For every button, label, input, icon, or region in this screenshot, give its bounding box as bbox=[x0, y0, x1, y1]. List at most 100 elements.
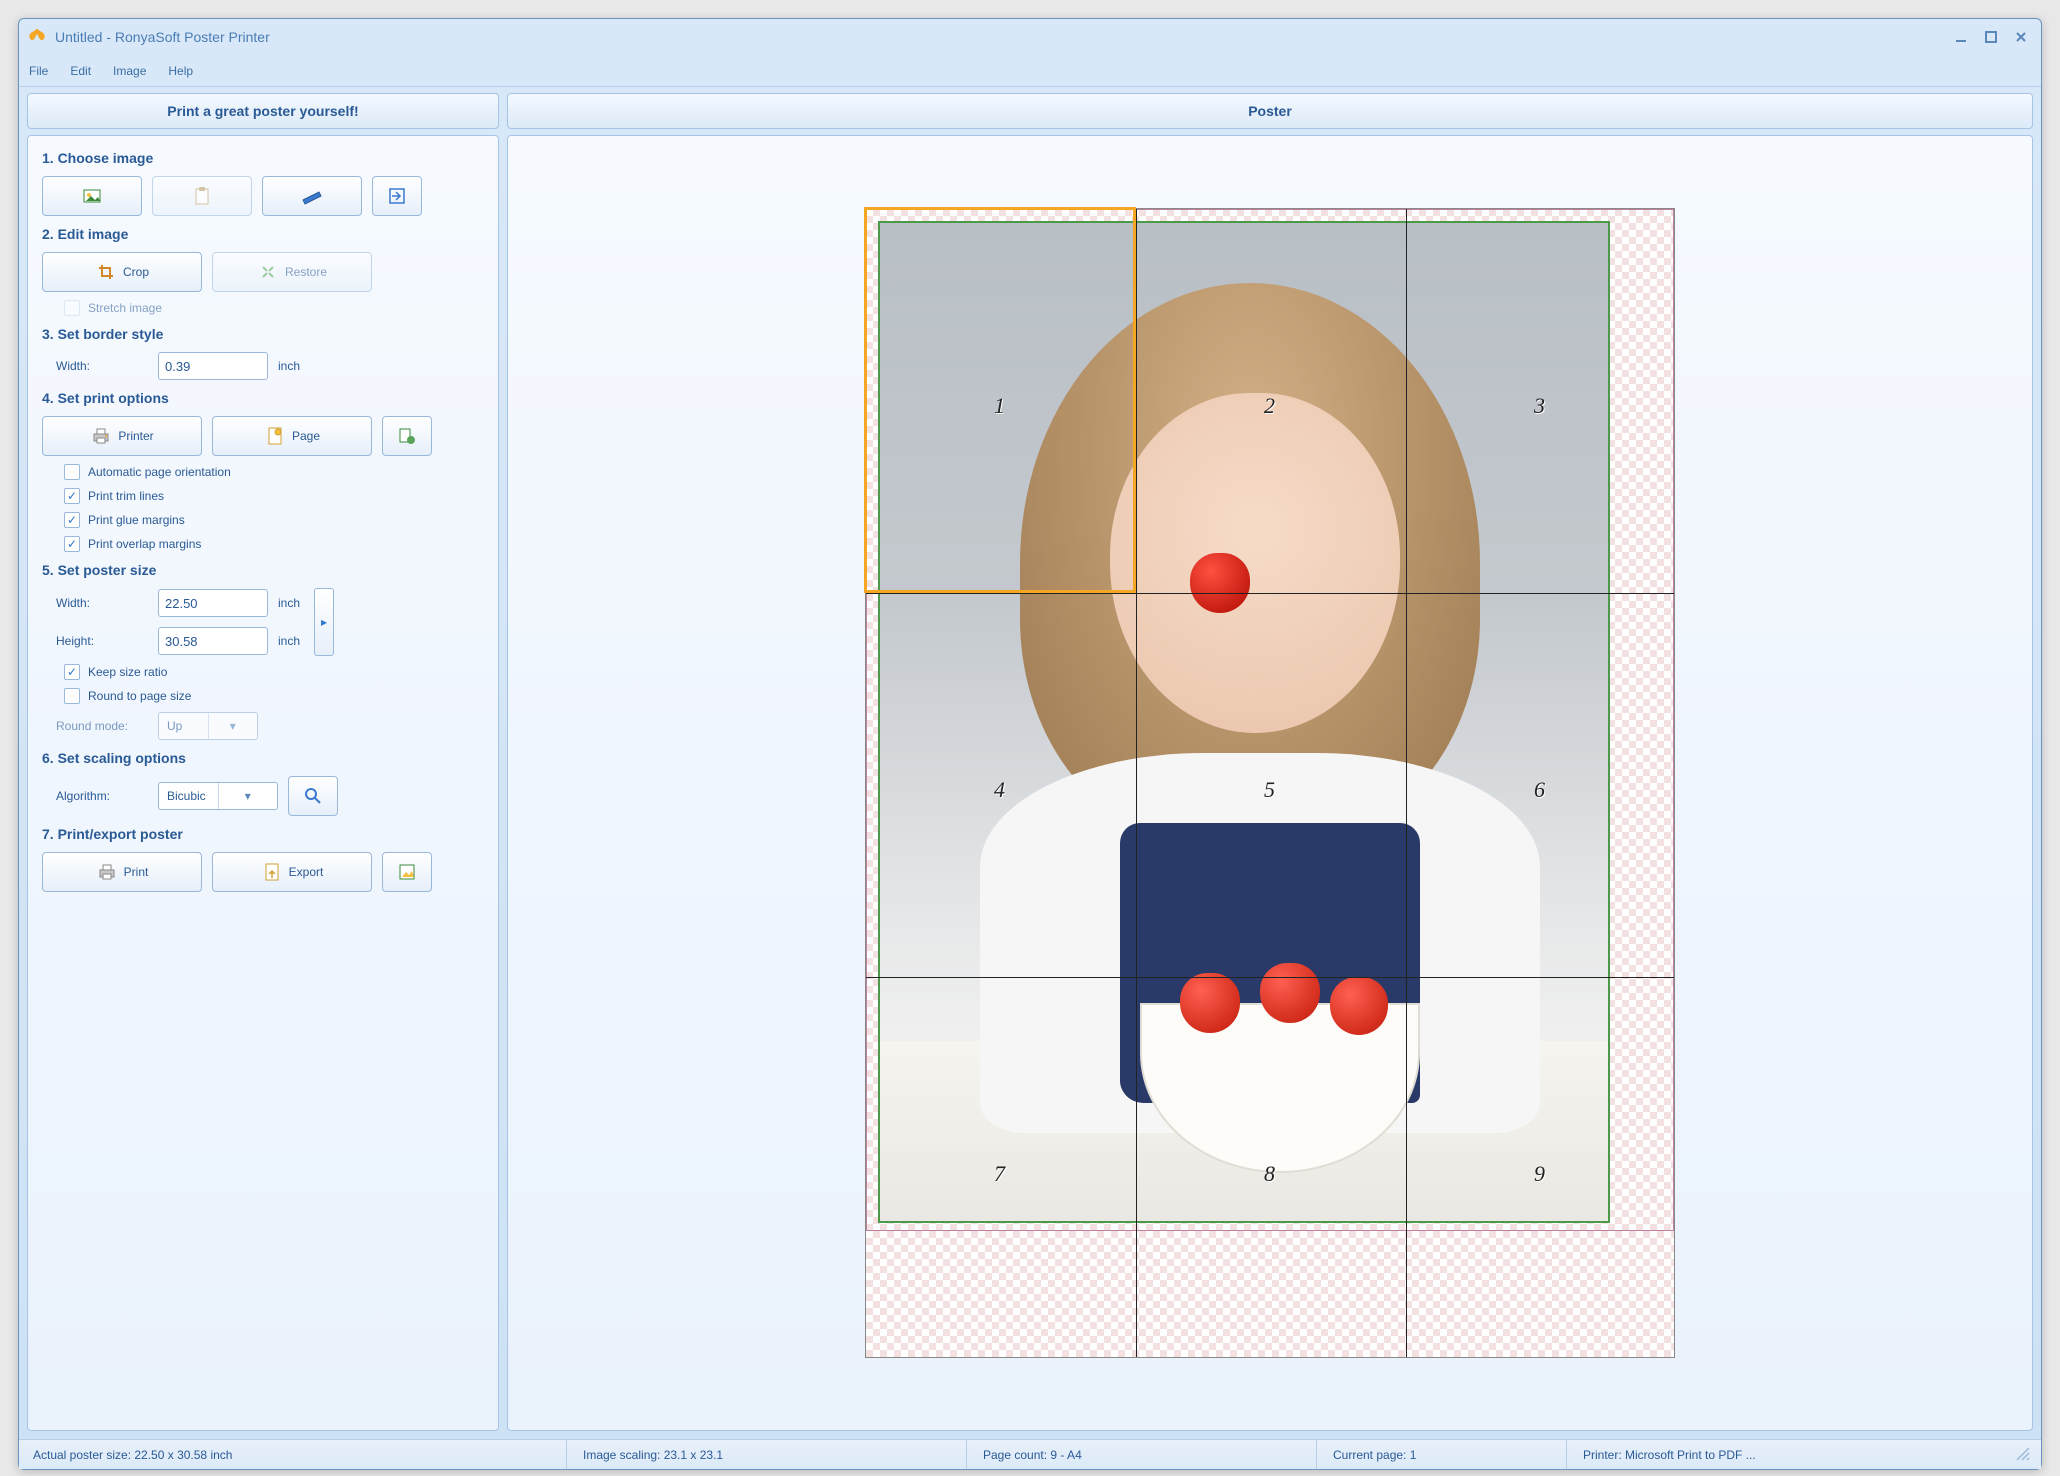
magnifier-icon bbox=[302, 785, 324, 807]
stretch-label: Stretch image bbox=[88, 301, 162, 315]
title-bar[interactable]: Untitled - RonyaSoft Poster Printer bbox=[19, 19, 2041, 55]
export-image-button[interactable] bbox=[382, 852, 432, 892]
menu-help[interactable]: Help bbox=[168, 64, 193, 78]
auto-orient-checkbox[interactable] bbox=[64, 464, 80, 480]
poster-canvas[interactable]: 1 2 3 4 5 6 7 8 9 bbox=[865, 208, 1675, 1358]
cell-number: 8 bbox=[1264, 1161, 1275, 1187]
status-scaling: Image scaling: 23.1 x 23.1 bbox=[567, 1440, 967, 1469]
printer-button[interactable]: Printer bbox=[42, 416, 202, 456]
restore-button-label: Restore bbox=[285, 265, 327, 279]
overlap-margins-checkbox[interactable]: ✓ bbox=[64, 536, 80, 552]
grid-line bbox=[866, 977, 1674, 978]
cell-number: 6 bbox=[1534, 777, 1545, 803]
printer-icon bbox=[90, 425, 112, 447]
poster-photo bbox=[878, 221, 1610, 1223]
border-width-unit: inch bbox=[278, 359, 300, 373]
right-panel-header: Poster bbox=[507, 93, 2033, 129]
round-mode-select[interactable]: Up▾ bbox=[158, 712, 258, 740]
poster-width-label: Width: bbox=[56, 596, 148, 610]
paste-image-button[interactable] bbox=[152, 176, 252, 216]
menu-file[interactable]: File bbox=[29, 64, 48, 78]
glue-margins-checkbox[interactable]: ✓ bbox=[64, 512, 80, 528]
page-button[interactable]: Page bbox=[212, 416, 372, 456]
cell-number: 9 bbox=[1534, 1161, 1545, 1187]
panel-headers: Print a great poster yourself! Poster bbox=[19, 87, 2041, 135]
cell-number: 2 bbox=[1264, 393, 1275, 419]
picture-icon bbox=[81, 185, 103, 207]
round-page-row[interactable]: Round to page size bbox=[64, 688, 484, 704]
import-icon bbox=[386, 185, 408, 207]
body: 1. Choose image 2. Edit image Crop Resto… bbox=[19, 135, 2041, 1439]
cell-number: 3 bbox=[1534, 393, 1545, 419]
trim-lines-label: Print trim lines bbox=[88, 489, 164, 503]
chevron-down-icon: ▾ bbox=[218, 783, 278, 809]
resize-grip-icon[interactable] bbox=[2015, 1446, 2033, 1464]
restore-button[interactable]: Restore bbox=[212, 252, 372, 292]
open-image-button[interactable] bbox=[42, 176, 142, 216]
section-3-title: 3. Set border style bbox=[42, 326, 484, 342]
poster-height-input[interactable] bbox=[158, 627, 268, 655]
print-button[interactable]: Print bbox=[42, 852, 202, 892]
clipboard-icon bbox=[191, 185, 213, 207]
section-1-title: 1. Choose image bbox=[42, 150, 484, 166]
page-gear-icon bbox=[396, 425, 418, 447]
poster-preview-panel: 1 2 3 4 5 6 7 8 9 bbox=[507, 135, 2033, 1431]
algorithm-label: Algorithm: bbox=[56, 789, 148, 803]
window-title: Untitled - RonyaSoft Poster Printer bbox=[55, 29, 1949, 45]
picture-export-icon bbox=[396, 861, 418, 883]
import-image-button[interactable] bbox=[372, 176, 422, 216]
cell-number: 4 bbox=[994, 777, 1005, 803]
printer-button-label: Printer bbox=[118, 429, 153, 443]
section-5-title: 5. Set poster size bbox=[42, 562, 484, 578]
scan-image-button[interactable] bbox=[262, 176, 362, 216]
trim-lines-checkbox[interactable]: ✓ bbox=[64, 488, 80, 504]
menu-edit[interactable]: Edit bbox=[70, 64, 91, 78]
grid-line bbox=[1406, 209, 1407, 1357]
keep-ratio-row[interactable]: ✓Keep size ratio bbox=[64, 664, 484, 680]
menu-image[interactable]: Image bbox=[113, 64, 146, 78]
crop-button[interactable]: Crop bbox=[42, 252, 202, 292]
round-page-checkbox[interactable] bbox=[64, 688, 80, 704]
preview-scaling-button[interactable] bbox=[288, 776, 338, 816]
restore-icon bbox=[257, 261, 279, 283]
trim-lines-row[interactable]: ✓ Print trim lines bbox=[64, 488, 484, 504]
grid-line bbox=[1136, 209, 1137, 1357]
round-mode-value: Up bbox=[159, 719, 208, 733]
glue-margins-row[interactable]: ✓Print glue margins bbox=[64, 512, 484, 528]
swap-dimensions-button[interactable]: ▸ bbox=[314, 588, 334, 656]
status-printer: Printer: Microsoft Print to PDF ... bbox=[1567, 1440, 2015, 1469]
border-width-input[interactable] bbox=[158, 352, 268, 380]
export-button-label: Export bbox=[289, 865, 324, 879]
poster-height-unit: inch bbox=[278, 634, 300, 648]
algorithm-select[interactable]: Bicubic▾ bbox=[158, 782, 278, 810]
keep-ratio-checkbox[interactable]: ✓ bbox=[64, 664, 80, 680]
section-2-title: 2. Edit image bbox=[42, 226, 484, 242]
export-button[interactable]: Export bbox=[212, 852, 372, 892]
poster-width-unit: inch bbox=[278, 596, 300, 610]
scanner-icon bbox=[301, 185, 323, 207]
minimize-button[interactable] bbox=[1949, 27, 1973, 47]
border-width-label: Width: bbox=[56, 359, 148, 373]
page-options-button[interactable] bbox=[382, 416, 432, 456]
section-7-title: 7. Print/export poster bbox=[42, 826, 484, 842]
overlap-margins-row[interactable]: ✓ Print overlap margins bbox=[64, 536, 484, 552]
maximize-button[interactable] bbox=[1979, 27, 2003, 47]
crop-button-label: Crop bbox=[123, 265, 149, 279]
left-panel-header: Print a great poster yourself! bbox=[27, 93, 499, 129]
round-mode-label: Round mode: bbox=[56, 719, 148, 733]
app-icon bbox=[27, 27, 47, 47]
cell-number: 7 bbox=[994, 1161, 1005, 1187]
auto-orient-row[interactable]: Automatic page orientation bbox=[64, 464, 484, 480]
overlap-margins-label: Print overlap margins bbox=[88, 537, 201, 551]
menu-bar: File Edit Image Help bbox=[19, 55, 2041, 87]
auto-orient-label: Automatic page orientation bbox=[88, 465, 231, 479]
poster-width-input[interactable] bbox=[158, 589, 268, 617]
chevron-down-icon: ▾ bbox=[208, 713, 258, 739]
export-icon bbox=[261, 861, 283, 883]
photo-content bbox=[880, 223, 1608, 1221]
stretch-checkbox-row[interactable]: Stretch image bbox=[64, 300, 484, 316]
section-4-title: 4. Set print options bbox=[42, 390, 484, 406]
close-button[interactable] bbox=[2009, 27, 2033, 47]
stretch-checkbox[interactable] bbox=[64, 300, 80, 316]
crop-icon bbox=[95, 261, 117, 283]
